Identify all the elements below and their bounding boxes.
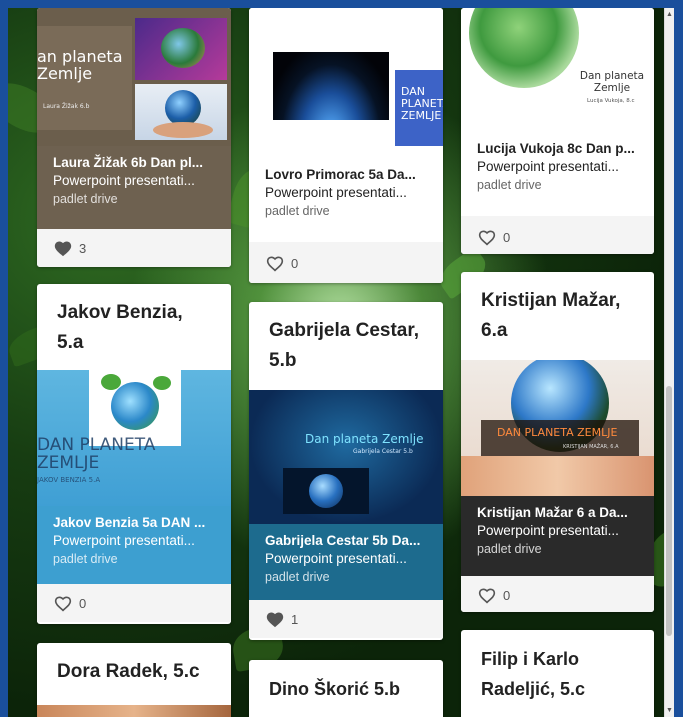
heart-filled-icon[interactable] <box>53 239 73 257</box>
attachment-type: Powerpoint presentati... <box>265 185 407 200</box>
attachment-source: padlet drive <box>265 204 330 218</box>
attachment-info[interactable]: Gabrijela Cestar 5b Da... Powerpoint pre… <box>249 524 443 600</box>
vertical-scrollbar[interactable]: ▲ ▼ <box>664 8 674 717</box>
attachment-title: Kristijan Mažar 6 a Da... <box>477 505 628 520</box>
post-card-gabrijela[interactable]: Gabrijela Cestar, 5.b Dan planeta Zemlje… <box>249 302 443 640</box>
like-count: 0 <box>291 255 299 271</box>
post-card-lovro[interactable]: DAN PLANETA ZEMLJE Lovro Primorac 5a Da.… <box>249 8 443 283</box>
post-title: Kristijan Mažar, 6.a <box>481 290 621 341</box>
heart-outline-icon[interactable] <box>477 586 497 604</box>
attachment-source: padlet drive <box>477 542 542 556</box>
scrollbar-thumb[interactable] <box>666 386 672 636</box>
attachment-title: Lucija Vukoja 8c Dan p... <box>477 141 635 156</box>
reactions-bar: 3 <box>37 229 231 267</box>
attachment-title: Jakov Benzia 5a DAN ... <box>53 515 206 530</box>
reactions-bar: 0 <box>249 242 443 283</box>
attachment-type: Powerpoint presentati... <box>477 159 619 174</box>
slide-author: KRISTIJAN MAŽAR, 6.A <box>563 444 619 450</box>
padlet-board: an planeta Zemlje Laura Žižak 6.b Laura … <box>8 8 674 717</box>
earth-in-hands-image <box>135 84 227 140</box>
presentation-thumbnail[interactable]: DAN PLANETA ZEMLJE <box>249 8 443 158</box>
presentation-thumbnail[interactable]: DAN PLANETA ZEMLJE JAKOV BENZIA 5.A <box>37 370 231 506</box>
heart-outline-icon[interactable] <box>265 254 285 272</box>
slide-author: Lucija Vukoja, 8.c <box>587 98 635 104</box>
attachment-source: padlet drive <box>53 192 118 206</box>
slide-author: Laura Žižak 6.b <box>43 103 90 110</box>
like-count: 0 <box>503 229 511 245</box>
slide-heading: Dan planeta Zemlje <box>579 70 645 94</box>
post-card-dino[interactable]: Dino Škorić 5.b <box>249 660 443 717</box>
like-count: 0 <box>79 595 87 611</box>
hands-globe-image <box>135 18 227 80</box>
presentation-thumbnail[interactable]: Dan planeta Zemlje Lucija Vukoja, 8.c <box>461 8 654 132</box>
attachment-title: Gabrijela Cestar 5b Da... <box>265 533 421 548</box>
post-card-laura[interactable]: an planeta Zemlje Laura Žižak 6.b Laura … <box>37 8 231 267</box>
post-card-kristijan[interactable]: Kristijan Mažar, 6.a DAN PLANETA ZEMLJE … <box>461 272 654 612</box>
attachment-type: Powerpoint presentati... <box>53 173 195 188</box>
attachment-info[interactable]: Kristijan Mažar 6 a Da... Powerpoint pre… <box>461 496 654 576</box>
heart-outline-icon[interactable] <box>477 228 497 246</box>
attachment-source: padlet drive <box>265 570 330 584</box>
slide-heading: an planeta Zemlje <box>37 47 123 83</box>
presentation-thumbnail[interactable]: an planeta Zemlje Laura Žižak 6.b <box>37 8 231 146</box>
post-title: Gabrijela Cestar, 5.b <box>269 320 419 371</box>
attachment-title: Laura Žižak 6b Dan pl... <box>53 155 204 170</box>
slide-author: JAKOV BENZIA 5.A <box>37 476 101 484</box>
like-count: 0 <box>503 587 511 603</box>
earth-image <box>283 468 369 514</box>
attachment-source: padlet drive <box>477 178 542 192</box>
post-title: Filip i Karlo Radeljić, 5.c <box>481 649 586 699</box>
slide-heading: DAN PLANETA ZEMLJE <box>37 435 156 473</box>
slide-heading: DAN PLANETA ZEMLJE <box>497 426 618 439</box>
attachment-info[interactable]: Lovro Primorac 5a Da... Powerpoint prese… <box>249 158 443 242</box>
scroll-up-arrow-icon[interactable]: ▲ <box>665 10 674 19</box>
attachment-type: Powerpoint presentati... <box>265 551 407 566</box>
post-card-dora[interactable]: Dora Radek, 5.c <box>37 643 231 717</box>
reactions-bar: 0 <box>461 576 654 612</box>
presentation-thumbnail[interactable]: Dan planeta Zemlje Gabrijela Cestar 5.b <box>249 390 443 524</box>
attachment-source: padlet drive <box>53 552 118 566</box>
heart-outline-icon[interactable] <box>53 594 73 612</box>
slide-heading: Dan planeta Zemlje <box>305 432 424 446</box>
attachment-type: Powerpoint presentati... <box>53 533 195 548</box>
reactions-bar: 1 <box>249 600 443 638</box>
earth-from-space-image <box>273 52 389 120</box>
post-image-preview <box>37 705 231 717</box>
slide-heading: DAN PLANETA ZEMLJE <box>401 86 443 122</box>
scroll-down-arrow-icon[interactable]: ▼ <box>665 706 674 715</box>
reactions-bar: 0 <box>461 216 654 254</box>
attachment-type: Powerpoint presentati... <box>477 523 619 538</box>
word-cloud-globe-image <box>469 8 579 88</box>
attachment-title: Lovro Primorac 5a Da... <box>265 167 416 182</box>
post-card-jakov[interactable]: Jakov Benzia, 5.a DAN PLANETA ZEMLJE JAK… <box>37 284 231 624</box>
like-count: 3 <box>79 240 87 256</box>
post-card-filip[interactable]: Filip i Karlo Radeljić, 5.c <box>461 630 654 717</box>
attachment-info[interactable]: Lucija Vukoja 8c Dan p... Powerpoint pre… <box>461 132 654 216</box>
hands-image <box>461 456 654 496</box>
post-card-lucija[interactable]: Dan planeta Zemlje Lucija Vukoja, 8.c Lu… <box>461 8 654 254</box>
post-title: Dino Škorić 5.b <box>269 679 401 699</box>
attachment-info[interactable]: Jakov Benzia 5a DAN ... Powerpoint prese… <box>37 506 231 584</box>
post-title: Dora Radek, 5.c <box>57 661 200 682</box>
post-title: Jakov Benzia, 5.a <box>57 302 183 353</box>
attachment-info[interactable]: Laura Žižak 6b Dan pl... Powerpoint pres… <box>37 146 231 229</box>
presentation-thumbnail[interactable]: DAN PLANETA ZEMLJE KRISTIJAN MAŽAR, 6.A <box>461 360 654 496</box>
reactions-bar: 0 <box>37 584 231 622</box>
like-count: 1 <box>291 611 299 627</box>
heart-filled-icon[interactable] <box>265 610 285 628</box>
slide-author: Gabrijela Cestar 5.b <box>353 448 413 455</box>
